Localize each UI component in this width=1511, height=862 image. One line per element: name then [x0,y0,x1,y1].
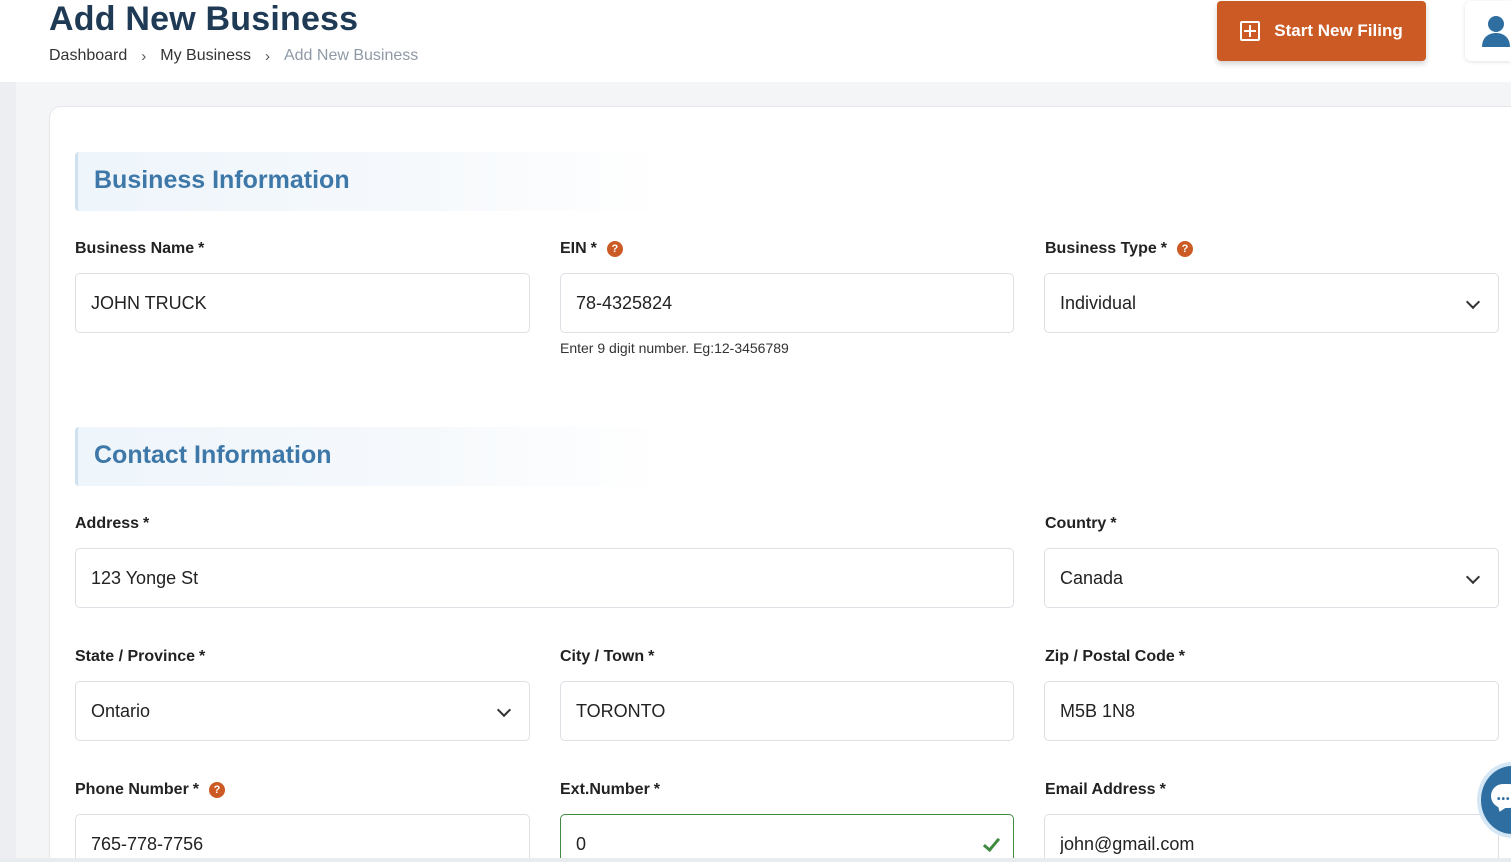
required-marker: * [648,648,655,665]
input-value: 0 [576,833,587,854]
contact-information-header: Contact Information [75,427,663,486]
chevron-down-icon [1466,572,1478,584]
required-marker: * [198,240,205,257]
chevron-down-icon [497,705,509,717]
input-value: 78-4325824 [576,292,673,313]
label-text: Business Type [1045,240,1157,257]
select-value: Individual [1060,292,1137,313]
chevron-right-icon: › [264,47,270,65]
breadcrumb-current: Add New Business [283,47,419,64]
section-title: Contact Information [94,441,332,469]
required-marker: * [653,781,661,798]
input-value: john@gmail.com [1060,833,1195,854]
help-icon[interactable]: ? [209,782,226,798]
ext-number-input[interactable]: 0 [560,814,1014,862]
input-value: TORONTO [576,700,666,721]
required-marker: * [199,648,206,665]
ext-number-label: Ext.Number * [560,781,660,799]
country-label: Country * [1045,515,1117,533]
ein-label: EIN * ? [560,240,623,258]
breadcrumb: Dashboard › My Business › Add New Busine… [49,47,418,65]
label-text: Country [1045,515,1107,532]
ein-hint: Enter 9 digit number. Eg:12-3456789 [560,340,789,356]
chat-icon: ••• [1491,784,1511,808]
country-select[interactable]: Canada [1044,548,1499,608]
page-title: Add New Business [49,0,359,38]
user-icon [1482,16,1510,47]
business-type-select[interactable]: Individual [1044,273,1499,333]
required-marker: * [143,515,150,532]
city-label: City / Town * [560,648,654,666]
input-value: JOHN TRUCK [91,292,207,313]
section-title: Business Information [94,166,350,194]
label-text: Phone Number [75,781,189,798]
chevron-right-icon: › [141,47,147,65]
sidebar-edge [0,82,16,862]
bottom-divider [0,858,1511,862]
input-value: 123 Yonge St [91,567,199,588]
state-label: State / Province * [75,648,205,666]
ein-input[interactable]: 78-4325824 [560,273,1014,333]
state-select[interactable]: Ontario [75,681,530,741]
zip-label: Zip / Postal Code * [1045,648,1185,666]
label-text: EIN [560,240,587,257]
email-input[interactable]: john@gmail.com [1044,814,1499,862]
required-marker: * [192,781,200,798]
input-value: M5B 1N8 [1060,700,1136,721]
business-type-label: Business Type * ? [1045,240,1193,258]
breadcrumb-dashboard[interactable]: Dashboard [49,47,127,65]
help-icon[interactable]: ? [1176,241,1193,257]
select-value: Canada [1060,567,1124,588]
required-marker: * [1160,240,1167,257]
input-value: 765-778-7756 [91,833,204,854]
check-icon [981,834,1001,854]
address-input[interactable]: 123 Yonge St [75,548,1014,608]
label-text: Address [75,515,140,532]
start-new-filing-label: Start New Filing [1274,21,1403,40]
user-menu-button[interactable] [1465,1,1511,61]
business-name-label: Business Name * [75,240,204,258]
help-icon[interactable]: ? [606,241,623,257]
breadcrumb-my-business[interactable]: My Business [160,47,251,65]
phone-input[interactable]: 765-778-7756 [75,814,530,862]
start-new-filing-button[interactable]: Start New Filing [1217,1,1426,61]
business-information-header: Business Information [75,152,663,211]
email-label: Email Address * [1045,781,1166,799]
city-input[interactable]: TORONTO [560,681,1014,741]
address-label: Address * [75,515,149,533]
required-marker: * [1110,515,1117,532]
business-name-input[interactable]: JOHN TRUCK [75,273,530,333]
phone-label: Phone Number * ? [75,781,226,799]
zip-input[interactable]: M5B 1N8 [1044,681,1499,741]
label-text: Ext.Number [560,781,650,798]
label-text: Email Address [1045,781,1156,798]
required-marker: * [590,240,597,257]
chevron-down-icon [1466,297,1478,309]
label-text: Zip / Postal Code [1045,648,1175,665]
plus-icon [1240,21,1261,41]
select-value: Ontario [91,700,151,721]
label-text: Business Name [75,240,195,257]
required-marker: * [1159,781,1166,798]
label-text: City / Town [560,648,645,665]
label-text: State / Province [75,648,196,665]
required-marker: * [1178,648,1186,665]
